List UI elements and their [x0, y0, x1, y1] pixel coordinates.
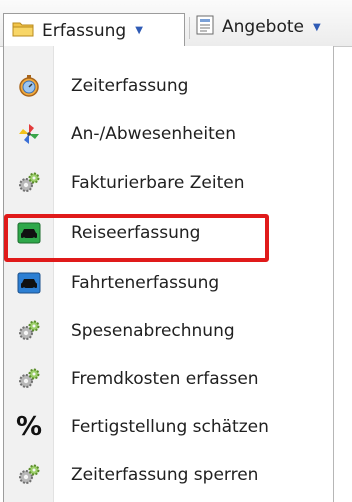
blue-car-icon [4, 263, 54, 303]
menu-item-fakturierbare-zeiten[interactable]: Fakturierbare Zeiten [4, 163, 334, 203]
folder-icon [12, 20, 34, 42]
menu-item-label: Fahrtenerfassung [71, 273, 220, 293]
erfassung-menu-button[interactable]: Erfassung ▼ [3, 13, 185, 47]
menu-item-an-abwesenheiten[interactable]: An-/Abwesenheiten [4, 114, 334, 154]
menu-item-reiseerfassung[interactable]: Reiseerfassung [4, 213, 334, 253]
menu-item-zeiterfassung[interactable]: Zeiterfassung [4, 66, 334, 106]
pinwheel-icon [4, 114, 54, 154]
gears-icon [4, 311, 54, 351]
menu-item-label: Fakturierbare Zeiten [71, 173, 245, 193]
menu-item-label: Zeiterfassung sperren [71, 465, 259, 485]
menu-item-spesenabrechnung[interactable]: Spesenabrechnung [4, 311, 334, 351]
menu-item-zeiterfassung-sperren[interactable]: Zeiterfassung sperren [4, 455, 334, 495]
percent-glyph: % [15, 412, 43, 442]
menu-item-label: An-/Abwesenheiten [71, 124, 236, 144]
chevron-down-icon: ▼ [312, 21, 321, 33]
menu-item-label: Fremdkosten erfassen [71, 369, 259, 389]
menu-item-label: Fertigstellung schätzen [71, 417, 269, 437]
menu-item-fertigstellung-schaetzen[interactable]: % Fertigstellung schätzen [4, 407, 334, 447]
menu-item-fremdkosten-erfassen[interactable]: Fremdkosten erfassen [4, 359, 334, 399]
green-car-icon [4, 213, 54, 253]
chevron-down-icon: ▼ [135, 25, 143, 36]
erfassung-menu-label: Erfassung [42, 20, 127, 41]
menu-item-fahrtenerfassung[interactable]: Fahrtenerfassung [4, 263, 334, 303]
menubar: Erfassung ▼ Angebote ▼ [0, 0, 352, 47]
percent-icon: % [4, 407, 54, 447]
menu-item-label: Spesenabrechnung [71, 321, 235, 341]
document-icon [196, 15, 214, 40]
stopwatch-icon [4, 66, 54, 106]
gears-icon [4, 359, 54, 399]
erfassung-dropdown-menu: Zeiterfassung An-/Abwesenheiten Fakturie… [3, 46, 334, 502]
menubar-separator [189, 17, 190, 39]
menu-item-label: Zeiterfassung [71, 76, 189, 96]
gears-icon [4, 455, 54, 495]
menu-item-label: Reiseerfassung [71, 223, 201, 243]
angebote-menu-label: Angebote [222, 17, 304, 37]
angebote-menu-button[interactable]: Angebote ▼ [196, 13, 321, 41]
gears-icon [4, 163, 54, 203]
